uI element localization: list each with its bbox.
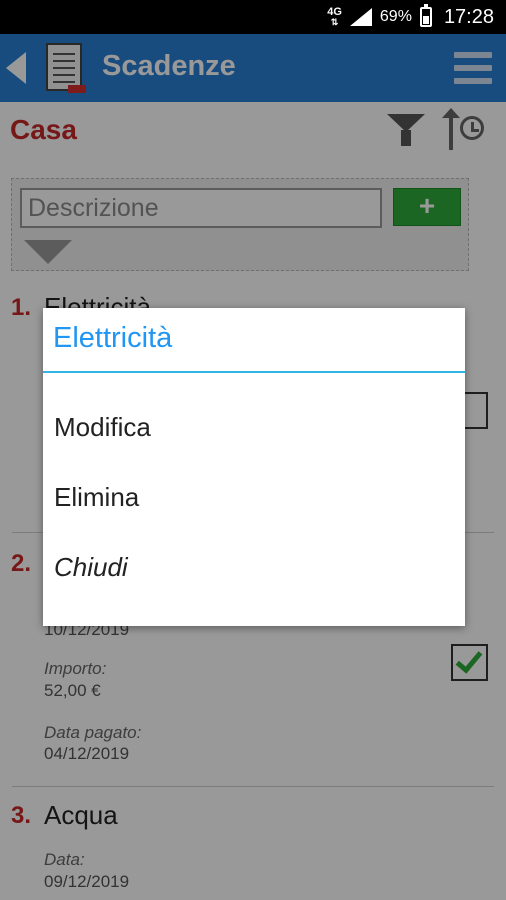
edit-option[interactable]: Modifica xyxy=(54,412,151,443)
dialog-divider xyxy=(43,371,465,373)
battery-icon xyxy=(419,4,432,27)
delete-option[interactable]: Elimina xyxy=(54,482,139,513)
close-option[interactable]: Chiudi xyxy=(54,552,128,583)
dialog-title: Elettricità xyxy=(53,322,173,354)
battery-percent: 69% xyxy=(379,8,412,25)
status-bar: 4G ⇅ 69% 17:28 xyxy=(0,0,506,34)
context-dialog: Elettricità Modifica Elimina Chiudi xyxy=(43,308,465,626)
clock: 17:28 xyxy=(443,5,494,28)
network-type: 4G xyxy=(327,6,342,18)
network-indicator: 4G ⇅ xyxy=(327,6,342,28)
signal-icon xyxy=(349,8,372,26)
